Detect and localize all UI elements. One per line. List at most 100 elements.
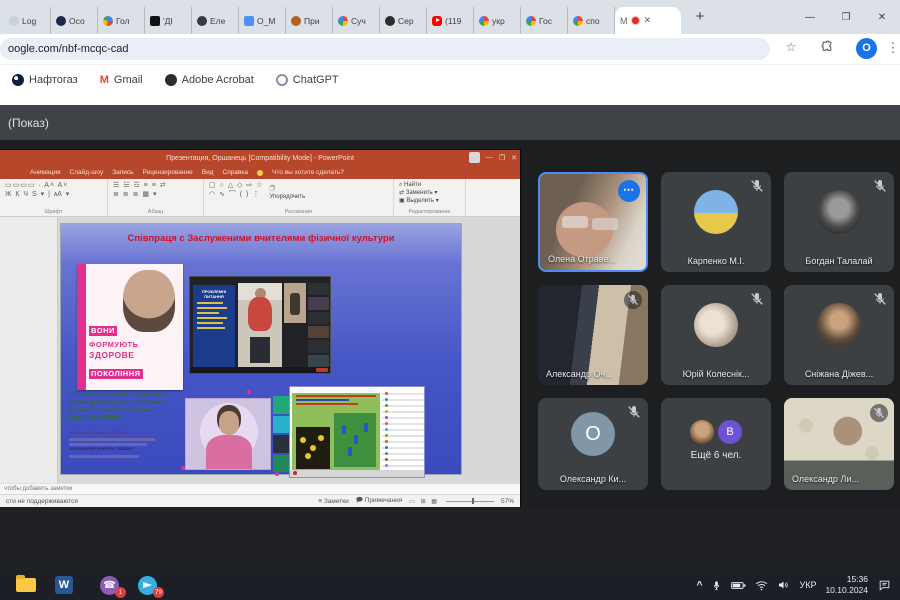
participant-tile-oleksandr-ly[interactable]: Олександр Ли... xyxy=(784,398,894,490)
notes-toggle[interactable]: ≡ Заметки xyxy=(318,498,348,505)
meet-control-bar: ^ ^ CC ⋮ 15 xyxy=(0,510,900,570)
tab-meet-active[interactable]: М ✕ xyxy=(615,7,681,34)
tab-ser[interactable]: Сер xyxy=(380,7,427,34)
zoom-slider[interactable] xyxy=(446,501,494,502)
ribbon-editing-group[interactable]: ⌕ Найти ⇄ Заменить ▾ ▣ Выделить ▾ Редакт… xyxy=(394,179,466,216)
tab-spo[interactable]: спо xyxy=(568,7,615,34)
close-button[interactable]: ✕ xyxy=(864,12,900,23)
gmail-icon: M xyxy=(100,74,109,86)
menu-help[interactable]: Справка xyxy=(223,169,249,176)
comments-toggle[interactable]: 🗩 Примечания xyxy=(356,496,403,507)
teacher-caption: Мовченко Лариса Мусіївна – заслужений уч… xyxy=(69,430,171,458)
tray-chevron-icon[interactable]: ^ xyxy=(697,580,703,591)
view-switcher-icons[interactable]: ▭ ⊞ ▦ xyxy=(409,498,439,505)
participant-tile-bohdan[interactable]: Богдан Талалай xyxy=(784,172,894,272)
participant-name: Юрій Колеснік... xyxy=(661,369,771,379)
participant-tile-karpenko[interactable]: Карпенко М.І. xyxy=(661,172,771,272)
window-toolbar xyxy=(290,470,424,477)
notes-pane[interactable]: чтобы добавить заметки xyxy=(0,483,520,494)
participant-list-panel xyxy=(382,389,424,471)
menu-animation[interactable]: Анимация xyxy=(30,169,61,176)
extensions-icon[interactable] xyxy=(818,40,836,56)
participant-name: Карпенко М.І. xyxy=(661,256,771,266)
menu-review[interactable]: Рецензирование xyxy=(143,169,193,176)
poster-stripe xyxy=(77,264,86,390)
tile-more-participants[interactable]: В Ещё 6 чел. xyxy=(661,398,771,490)
kids-photo xyxy=(296,427,330,469)
zoom-level[interactable]: 57% xyxy=(501,498,514,505)
bookmark-adobe[interactable]: Adobe Acrobat xyxy=(165,74,254,86)
slide-canvas[interactable]: Співпраця с Заслуженими вчителями фізичн… xyxy=(60,223,462,475)
menu-slideshow[interactable]: Слайд-шоу xyxy=(70,169,104,176)
participant-tile-snizhana[interactable]: Сніжана Діжев... xyxy=(784,285,894,385)
teacher-photo xyxy=(185,398,271,470)
participant-tile-oleksandr-ky[interactable]: О Олександр Ки... xyxy=(538,398,648,490)
language-indicator[interactable]: УКР xyxy=(799,580,816,590)
participant-tile-yurii[interactable]: Юрій Колеснік... xyxy=(661,285,771,385)
wifi-icon[interactable] xyxy=(755,580,768,591)
browser-menu-icon[interactable]: ⋮ xyxy=(884,40,900,56)
url-address-bar[interactable]: oogle.com/nbf-mcqc-cad xyxy=(0,38,770,60)
restore-button[interactable]: ❐ xyxy=(828,12,864,23)
menu-record[interactable]: Запись xyxy=(112,169,133,176)
participant-name: Олександр Ли... xyxy=(792,474,859,484)
telegram-button[interactable]: 79 xyxy=(136,574,160,596)
viber-button[interactable]: ☎ 1 xyxy=(98,574,122,596)
slide-thumbnail-pane[interactable] xyxy=(0,217,58,483)
ribbon-paragraph-group[interactable]: ☰ ☱ ☲ ≡ ≡ ⇄ ≣ ≣ ≣ ▦ ▾ Абзац xyxy=(108,179,204,216)
mic-off-icon xyxy=(749,178,765,194)
mini-video-thumbnails xyxy=(273,396,289,472)
tab-hol[interactable]: Гол xyxy=(98,7,145,34)
ppt-close-icon[interactable]: ✕ xyxy=(511,154,517,162)
tab-ele[interactable]: Еле xyxy=(192,7,239,34)
tile-menu-button[interactable]: ⋯ xyxy=(618,180,640,202)
tab-favicon xyxy=(9,16,19,26)
recording-indicator-icon xyxy=(631,16,640,25)
tab-ukr[interactable]: укр xyxy=(474,7,521,34)
tab-log[interactable]: Log xyxy=(4,7,51,34)
participant-tile-aleksandr-och[interactable]: Александр Оч... xyxy=(538,285,648,385)
tab-dii[interactable]: 'ДІ xyxy=(145,7,192,34)
shared-screen-powerpoint: Презентация, Оршанець [Compatibility Mod… xyxy=(0,150,520,506)
mic-off-icon xyxy=(626,404,642,420)
ppt-minimize-icon[interactable]: — xyxy=(486,154,493,161)
record-dot-icon xyxy=(293,471,297,475)
menu-view[interactable]: Вид xyxy=(202,169,214,176)
battery-icon[interactable] xyxy=(731,580,746,591)
powerpoint-ribbon: ▭▭▭▭ · A˄ A˅ Ж К Ч S ▾ | 🗚 ▾ Шрифт ☰ ☱ ☲… xyxy=(0,179,520,217)
account-avatar xyxy=(469,152,480,163)
google-favicon xyxy=(479,16,489,26)
bookmark-star-icon[interactable]: ☆ xyxy=(782,40,800,54)
minimize-button[interactable]: — xyxy=(792,12,828,23)
bookmark-gmail[interactable]: MGmail xyxy=(100,74,143,86)
mic-off-icon xyxy=(870,404,888,422)
tab-hos[interactable]: Гос xyxy=(521,7,568,34)
word-button[interactable]: W xyxy=(52,574,76,596)
bookmark-naftogaz[interactable]: Нафтогаз xyxy=(12,74,78,86)
tab-oso[interactable]: Осо xyxy=(51,7,98,34)
tab-favicon xyxy=(56,16,66,26)
tab-pry[interactable]: При xyxy=(286,7,333,34)
participant-tile-olena[interactable]: ⋯ Олена Отраве... xyxy=(538,172,648,272)
avatar xyxy=(694,303,738,347)
tab-such[interactable]: Суч xyxy=(333,7,380,34)
tray-mic-icon[interactable] xyxy=(711,579,722,592)
tab-close-icon[interactable]: ✕ xyxy=(644,15,652,26)
speaker-icon[interactable] xyxy=(777,579,790,591)
mic-off-icon xyxy=(624,291,642,309)
bookmark-chatgpt[interactable]: ChatGPT xyxy=(276,74,339,86)
taskbar-clock[interactable]: 15:36 10.10.2024 xyxy=(825,574,868,595)
tab-youtube[interactable]: (119 xyxy=(427,7,474,34)
file-explorer-button[interactable] xyxy=(14,574,38,596)
ribbon-drawing-group[interactable]: ▢ ○ △ ◇ ⇨ ☆ ◠ ∿ ⌒ ( ) ⋮ 🗇Упорядочить Рис… xyxy=(204,179,394,216)
new-tab-button[interactable]: + xyxy=(689,6,711,28)
leave-button xyxy=(316,368,328,372)
notifications-icon[interactable] xyxy=(877,579,892,592)
tray-time: 15:36 xyxy=(847,574,868,584)
profile-avatar[interactable]: O xyxy=(856,38,877,59)
ppt-restore-icon[interactable]: ❐ xyxy=(499,154,505,162)
lightbulb-icon xyxy=(257,170,263,176)
ribbon-font-group[interactable]: ▭▭▭▭ · A˄ A˅ Ж К Ч S ▾ | 🗚 ▾ Шрифт xyxy=(0,179,108,216)
tell-me-box[interactable]: Что вы хотите сделать? xyxy=(272,169,344,176)
tab-om[interactable]: О_М xyxy=(239,7,286,34)
